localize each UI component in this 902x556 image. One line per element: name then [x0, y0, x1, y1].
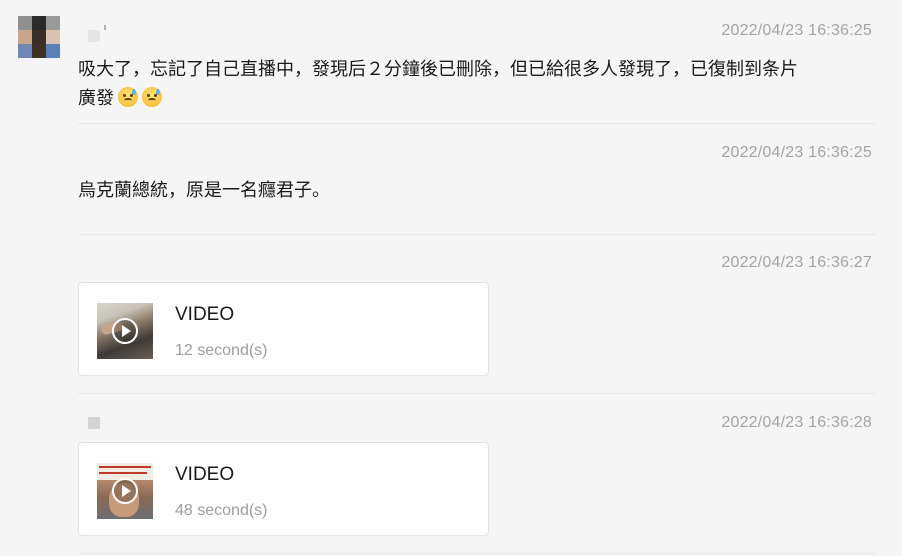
video-message-card[interactable]: VIDEO 48 second(s)	[78, 442, 489, 536]
message-divider	[78, 123, 876, 124]
play-icon[interactable]	[112, 478, 138, 504]
message-divider	[78, 553, 876, 554]
message-timestamp: 2022/04/23 16:36:28	[721, 414, 872, 431]
sender-name-redacted	[88, 417, 100, 429]
message-text-fragment: 廣發	[78, 88, 114, 109]
sad-sweat-emoji-icon	[118, 87, 138, 107]
message-divider	[78, 234, 876, 235]
video-thumbnail[interactable]	[97, 303, 153, 359]
sender-name-redacted	[88, 30, 100, 42]
message-text-line: 廣發	[78, 84, 878, 113]
message-timestamp: 2022/04/23 16:36:27	[721, 254, 872, 271]
sender-name-mark	[104, 25, 106, 30]
video-duration: 12 second(s)	[175, 342, 268, 359]
sad-sweat-emoji-icon	[142, 87, 162, 107]
video-label: VIDEO	[175, 304, 235, 325]
chat-history: 2022/04/23 16:36:25 吸大了，忘記了自己直播中，發現后２分鐘後…	[0, 0, 902, 556]
play-icon[interactable]	[112, 318, 138, 344]
video-message-card[interactable]: VIDEO 12 second(s)	[78, 282, 489, 376]
message-text[interactable]: 吸大了，忘記了自己直播中，發現后２分鐘後已刪除，但已給很多人發現了，已復制到条片…	[78, 55, 878, 113]
message-divider	[78, 393, 876, 394]
video-label: VIDEO	[175, 464, 235, 485]
message-timestamp: 2022/04/23 16:36:25	[721, 22, 872, 39]
avatar[interactable]	[18, 16, 60, 58]
message-text-line: 吸大了，忘記了自己直播中，發現后２分鐘後已刪除，但已給很多人發現了，已復制到条片	[78, 59, 798, 80]
message-text[interactable]: 烏克蘭總統，原是一名癮君子。	[78, 176, 878, 205]
video-thumbnail[interactable]	[97, 463, 153, 519]
video-duration: 48 second(s)	[175, 502, 268, 519]
message-timestamp: 2022/04/23 16:36:25	[721, 144, 872, 161]
